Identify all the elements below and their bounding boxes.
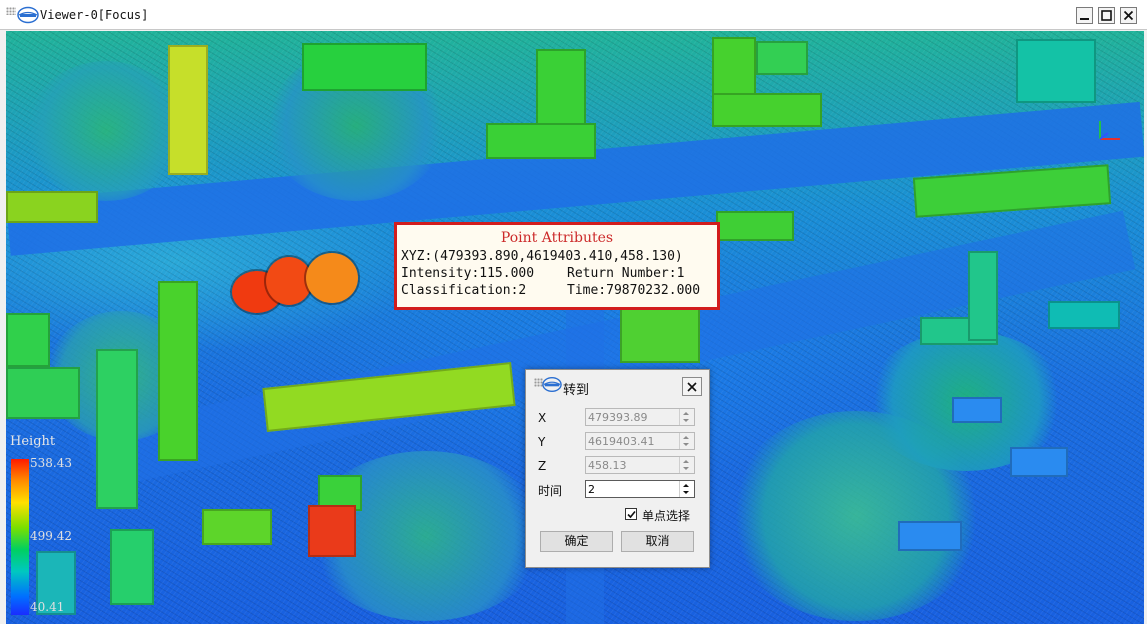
point-attributes-title: Point Attributes: [500, 230, 614, 246]
time-value: Time:79870232.000: [567, 283, 701, 298]
height-color-ramp: [11, 459, 29, 615]
y-input[interactable]: [588, 433, 678, 449]
spin-down-icon: [683, 491, 689, 494]
close-icon: [687, 382, 697, 392]
x-spinbox[interactable]: [585, 408, 695, 426]
close-icon: [1123, 10, 1134, 21]
y-spin-arrows[interactable]: [679, 433, 694, 449]
maximize-icon: [1101, 10, 1112, 21]
spin-up-icon: [683, 484, 689, 487]
spin-up-icon: [683, 460, 689, 463]
z-spin-arrows[interactable]: [679, 457, 694, 473]
z-label: Z: [538, 459, 547, 473]
ok-button[interactable]: 确定: [540, 531, 613, 552]
xyz-value: XYZ:(479393.890,4619403.410,458.130): [401, 249, 683, 264]
legend-mid-label: 499.42: [30, 529, 72, 543]
dialog-close-button[interactable]: [682, 377, 702, 396]
minimize-button[interactable]: [1076, 7, 1093, 24]
x-input[interactable]: [588, 409, 678, 425]
spin-up-icon: [683, 412, 689, 415]
app-logo-icon: [542, 377, 562, 392]
drag-grip-icon[interactable]: [6, 7, 16, 15]
cancel-button[interactable]: 取消: [621, 531, 694, 552]
y-spinbox[interactable]: [585, 432, 695, 450]
y-label: Y: [538, 435, 546, 449]
axis-gizmo-icon: [1099, 121, 1120, 140]
legend-max-label: 538.43: [30, 456, 72, 470]
checkmark-icon: [627, 510, 636, 519]
spin-down-icon: [683, 419, 689, 422]
time-label: 时间: [538, 484, 563, 498]
window-title-bar[interactable]: Viewer-0[Focus]: [0, 0, 1147, 30]
goto-dialog[interactable]: 转到 X Y Z 时间 单点选择 确定 取消: [525, 369, 710, 568]
app-logo-icon: [17, 6, 39, 24]
dialog-title: 转到: [563, 383, 590, 398]
spin-down-icon: [683, 443, 689, 446]
x-label: X: [538, 411, 547, 425]
time-spinbox[interactable]: [585, 480, 695, 498]
close-button[interactable]: [1120, 7, 1137, 24]
legend-title: Height: [10, 434, 56, 449]
single-point-checkbox[interactable]: [625, 508, 637, 520]
z-input[interactable]: [588, 457, 678, 473]
spin-down-icon: [683, 467, 689, 470]
classification-value: Classification:2: [401, 283, 527, 298]
single-point-label[interactable]: 单点选择: [642, 507, 690, 524]
z-spinbox[interactable]: [585, 456, 695, 474]
maximize-button[interactable]: [1098, 7, 1115, 24]
minimize-icon: [1080, 18, 1089, 20]
return-number-value: Return Number:1: [567, 266, 685, 281]
legend-min-label: 40.41: [30, 600, 65, 614]
intensity-value: Intensity:115.000: [401, 266, 535, 281]
point-attributes-panel: Point Attributes XYZ:(479393.890,4619403…: [394, 222, 720, 310]
spin-up-icon: [683, 436, 689, 439]
time-spin-arrows[interactable]: [679, 481, 694, 497]
time-input[interactable]: [588, 481, 678, 497]
window-title: Viewer-0[Focus]: [40, 8, 149, 22]
x-spin-arrows[interactable]: [679, 409, 694, 425]
